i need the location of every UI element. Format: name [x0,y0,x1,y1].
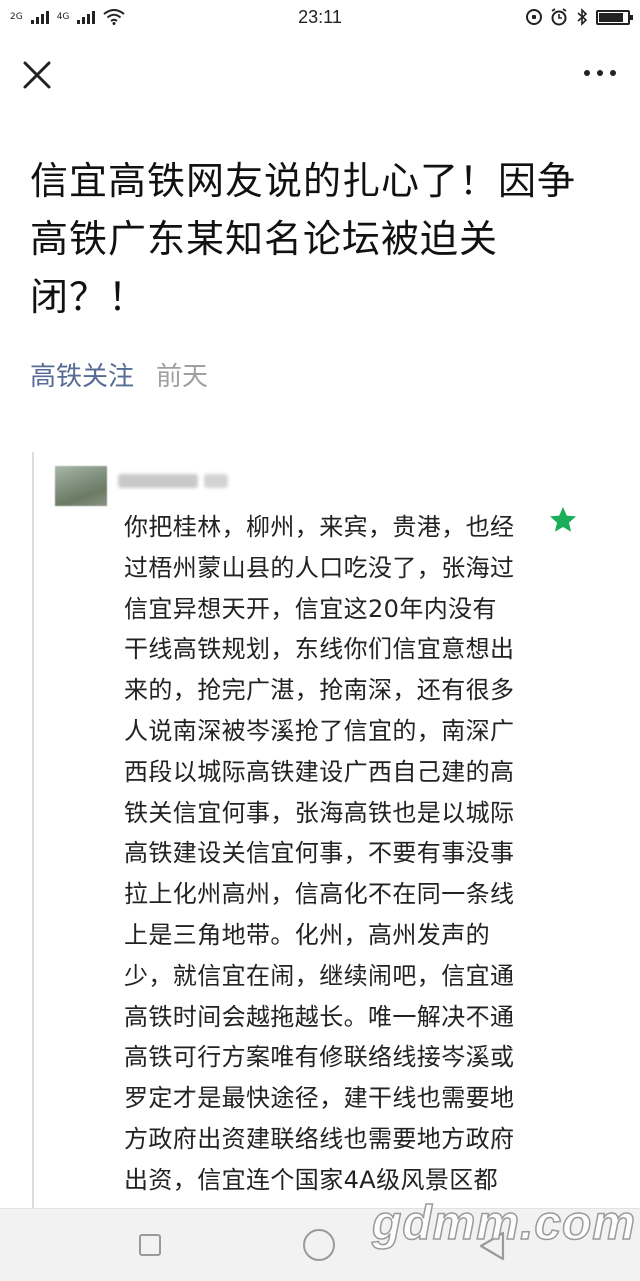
recent-apps-button[interactable] [139,1234,161,1256]
quote-rule [32,452,34,1212]
star-icon[interactable] [547,504,579,536]
more-icon[interactable] [584,70,618,80]
status-time: 23:11 [298,6,342,27]
more-dot [610,70,616,76]
bluetooth-icon [577,8,588,26]
author-link[interactable]: 高铁关注 [30,356,134,393]
user-badge-redacted [204,474,228,488]
status-right [526,8,633,26]
watermark: gdmm.com [371,1196,637,1251]
home-button[interactable] [303,1229,335,1261]
more-dot [584,70,590,76]
alarm-icon [551,8,567,26]
article-meta: 高铁关注 前天 [30,356,208,393]
close-icon[interactable] [20,58,54,92]
wifi-icon [103,9,126,25]
status-left: 2G 4G [10,9,126,25]
avatar[interactable] [55,466,107,506]
network-label: 2G [10,11,23,22]
article-title: 信宜高铁网友说的扎心了！因争高铁广东某知名论坛被迫关闭？！ [30,159,577,319]
network-type-2: 4G [56,11,70,22]
username-blurred [118,470,268,492]
battery-level [599,12,623,22]
status-bar: 2G 4G 23:11 [0,0,640,34]
publish-date: 前天 [156,362,209,392]
rotation-lock-icon [526,9,542,25]
signal-1-icon [30,10,49,24]
battery-icon [596,9,633,25]
nav-bar [0,34,640,118]
comment-text: 你把桂林，柳州，来宾，贵港，也经过梧州蒙山县的人口吃没了，张海过信宜异想天开，信… [124,513,515,1207]
username-redacted [118,474,198,488]
more-dot [597,70,603,76]
network-type-1: 2G [10,11,23,22]
signal-2-icon [77,10,96,24]
